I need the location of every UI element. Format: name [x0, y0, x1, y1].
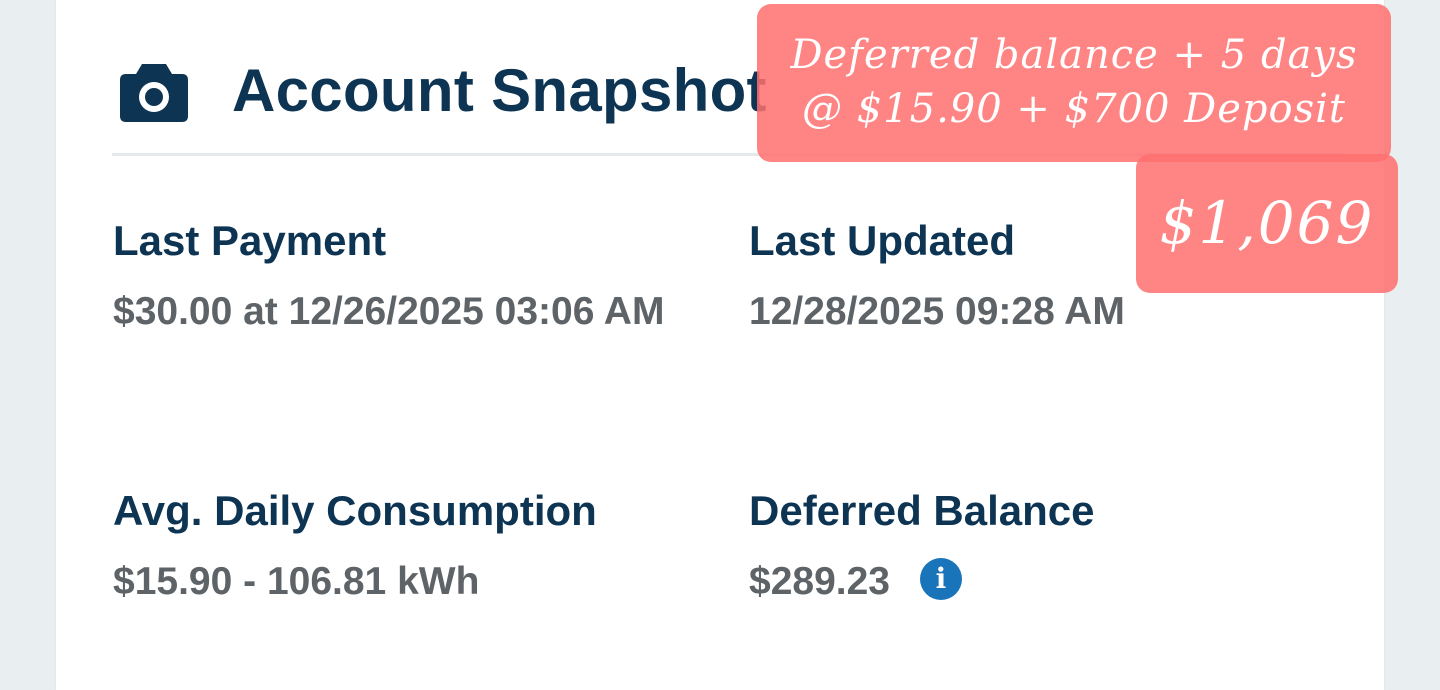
annotation-note-line1: Deferred balance + 5 days	[790, 32, 1358, 78]
last-payment-value: $30.00 at 12/26/2025 03:06 AM	[113, 290, 665, 333]
info-icon[interactable]: i	[919, 557, 962, 600]
annotation-note-line2: @ $15.90 + $700 Deposit	[802, 86, 1346, 132]
annotation-amount: $1,069	[1136, 154, 1398, 293]
last-payment-field: Last Payment $30.00 at 12/26/2025 03:06 …	[113, 215, 703, 341]
avg-daily-consumption-field: Avg. Daily Consumption $15.90 - 106.81 k…	[113, 485, 597, 611]
deferred-balance-row: $289.23 i	[749, 553, 1095, 611]
deferred-balance-field: Deferred Balance $289.23 i	[749, 485, 1095, 611]
avg-daily-consumption-value: $15.90 - 106.81 kWh	[113, 560, 480, 603]
last-updated-value: 12/28/2025 09:28 AM	[749, 290, 1125, 333]
card-header: Account Snapshot	[118, 50, 767, 130]
deferred-balance-label: Deferred Balance	[749, 487, 1095, 534]
deferred-balance-value: $289.23	[749, 560, 890, 603]
camera-icon	[120, 64, 188, 122]
page-title: Account Snapshot	[232, 56, 767, 124]
last-updated-label: Last Updated	[749, 217, 1016, 264]
last-payment-label: Last Payment	[113, 217, 387, 264]
last-updated-field: Last Updated 12/28/2025 09:28 AM	[749, 215, 1125, 341]
avg-daily-consumption-label: Avg. Daily Consumption	[113, 487, 597, 534]
annotation-note: Deferred balance + 5 days @ $15.90 + $70…	[757, 4, 1391, 162]
